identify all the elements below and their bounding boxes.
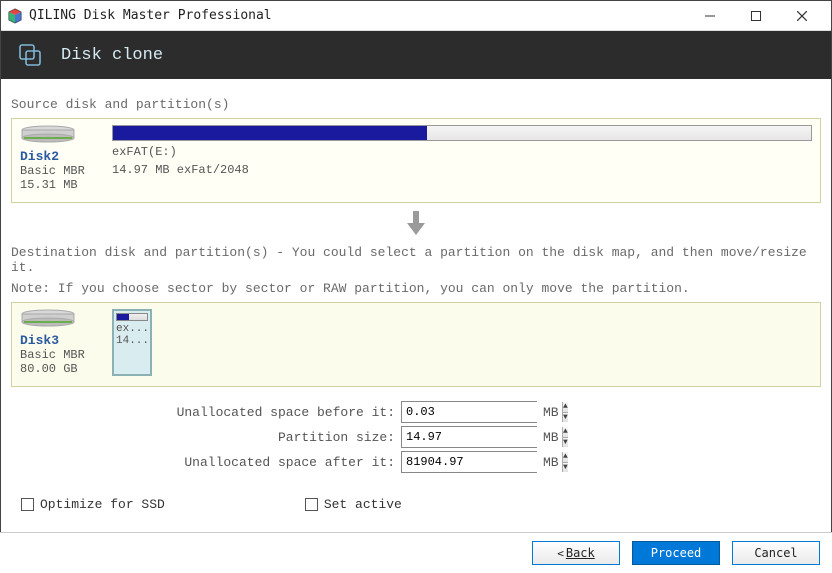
chevron-up-icon[interactable]: ▲: [563, 402, 568, 413]
dest-disk-box[interactable]: Disk3 Basic MBR 80.00 GB ex... 14...: [11, 302, 821, 387]
cancel-button[interactable]: Cancel: [732, 541, 820, 565]
arrow-down-icon: [11, 209, 821, 237]
set-active-checkbox[interactable]: Set active: [305, 497, 402, 512]
checkbox-box: [305, 498, 318, 511]
source-partition-label: exFAT(E:): [112, 145, 812, 159]
unit-label: MB: [543, 455, 559, 470]
source-disk-type: Basic MBR: [20, 164, 102, 178]
dest-disk-name: Disk3: [20, 333, 102, 348]
source-heading: Source disk and partition(s): [11, 97, 821, 112]
hdd-icon: [20, 309, 76, 327]
dest-disk-meta: Disk3 Basic MBR 80.00 GB: [20, 309, 102, 376]
dest-partition-small-label-2: 14...: [116, 335, 148, 347]
proceed-button-label: Proceed: [651, 546, 702, 560]
space-before-input[interactable]: [402, 402, 562, 422]
close-button[interactable]: [779, 1, 825, 31]
space-after-label: Unallocated space after it:: [11, 455, 401, 470]
checkbox-box: [21, 498, 34, 511]
minimize-button[interactable]: [687, 1, 733, 31]
source-disk-box[interactable]: Disk2 Basic MBR 15.31 MB exFAT(E:) 14.97…: [11, 118, 821, 203]
maximize-button[interactable]: [733, 1, 779, 31]
space-after-input[interactable]: [402, 452, 562, 472]
partition-size-stepper[interactable]: ▲▼: [401, 426, 537, 448]
unit-label: MB: [543, 405, 559, 420]
source-disk-size: 15.31 MB: [20, 178, 102, 192]
page-title: Disk clone: [61, 46, 163, 65]
space-before-stepper[interactable]: ▲▼: [401, 401, 537, 423]
source-partition-detail: 14.97 MB exFat/2048: [112, 163, 812, 177]
cancel-button-label: Cancel: [754, 546, 797, 560]
source-disk-name: Disk2: [20, 149, 102, 164]
dest-partition-item[interactable]: ex... 14...: [112, 309, 152, 376]
chevron-up-icon[interactable]: ▲: [563, 427, 568, 438]
source-disk-meta: Disk2 Basic MBR 15.31 MB: [20, 125, 102, 192]
chevron-down-icon[interactable]: ▼: [563, 413, 568, 423]
disk-clone-icon: [17, 42, 43, 68]
dest-disk-type: Basic MBR: [20, 348, 102, 362]
resize-form: Unallocated space before it: ▲▼ MB Parti…: [11, 401, 821, 473]
window-title: QILING Disk Master Professional: [29, 8, 272, 23]
chevron-left-icon: <: [557, 547, 564, 560]
dest-heading: Destination disk and partition(s) - You …: [11, 245, 821, 275]
app-icon: [7, 8, 23, 24]
partition-size-input[interactable]: [402, 427, 562, 447]
optimize-ssd-label: Optimize for SSD: [40, 497, 165, 512]
options-row: Optimize for SSD Set active: [21, 497, 821, 512]
chevron-down-icon[interactable]: ▼: [563, 463, 568, 473]
proceed-button[interactable]: Proceed: [632, 541, 720, 565]
dest-partition-small-label-1: ex...: [116, 323, 148, 335]
content-area: Source disk and partition(s) Disk2 Basic…: [1, 79, 831, 512]
chevron-down-icon[interactable]: ▼: [563, 438, 568, 448]
dest-partition-area: ex... 14...: [112, 309, 152, 376]
source-partition-area: exFAT(E:) 14.97 MB exFat/2048: [112, 125, 812, 192]
hdd-icon: [20, 125, 76, 143]
footer-bar: < Back Proceed Cancel: [0, 532, 832, 573]
title-bar: QILING Disk Master Professional: [1, 1, 831, 31]
back-button[interactable]: < Back: [532, 541, 620, 565]
optimize-ssd-checkbox[interactable]: Optimize for SSD: [21, 497, 165, 512]
chevron-up-icon[interactable]: ▲: [563, 452, 568, 463]
space-after-stepper[interactable]: ▲▼: [401, 451, 537, 473]
back-button-label: Back: [566, 546, 595, 560]
page-banner: Disk clone: [1, 31, 831, 79]
space-before-label: Unallocated space before it:: [11, 405, 401, 420]
dest-note: Note: If you choose sector by sector or …: [11, 281, 821, 296]
set-active-label: Set active: [324, 497, 402, 512]
unit-label: MB: [543, 430, 559, 445]
source-partition-bar[interactable]: [112, 125, 812, 141]
dest-disk-size: 80.00 GB: [20, 362, 102, 376]
partition-size-label: Partition size:: [11, 430, 401, 445]
